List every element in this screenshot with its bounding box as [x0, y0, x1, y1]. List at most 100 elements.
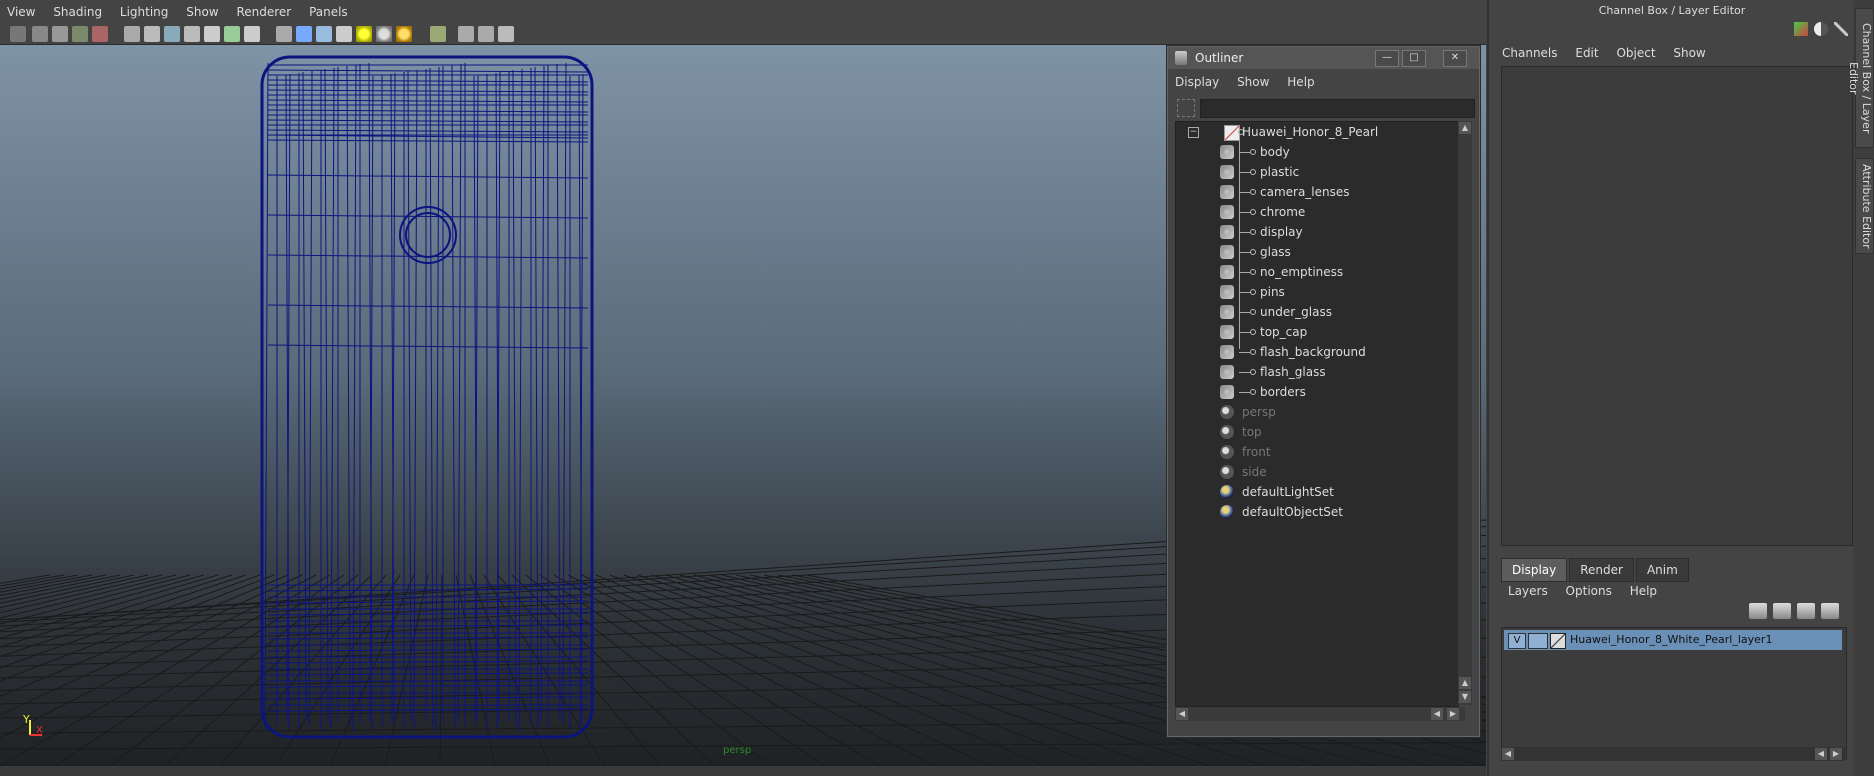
layer-horizontal-scrollbar[interactable]: ◀ ◀ ▶ [1501, 747, 1845, 761]
menu-show[interactable]: Show [1666, 42, 1712, 64]
outliner-row-child[interactable]: top_cap [1176, 322, 1458, 342]
new-layer-from-selection-icon[interactable] [1821, 603, 1839, 619]
outliner-title-bar[interactable]: Outliner — □ ✕ [1168, 47, 1479, 69]
outliner-row-child[interactable]: no_emptiness [1176, 262, 1458, 282]
menu-channels[interactable]: Channels [1495, 42, 1565, 64]
outliner-row-camera[interactable]: top [1176, 422, 1458, 442]
tab-display[interactable]: Display [1501, 558, 1568, 582]
outliner-row-child[interactable]: chrome [1176, 202, 1458, 222]
wire-vertical [451, 64, 456, 730]
side-tab-channel-box[interactable]: Channel Box / Layer Editor [1847, 8, 1874, 148]
gate-mask-icon[interactable] [184, 26, 200, 42]
use-all-lights-icon[interactable] [356, 26, 372, 42]
select-camera-icon[interactable] [10, 26, 26, 42]
scroll-right-icon[interactable]: ▶ [1447, 708, 1459, 720]
menu-view[interactable]: View [0, 0, 42, 24]
isolate-select-icon[interactable] [430, 26, 446, 42]
safe-title-icon[interactable] [244, 26, 260, 42]
minimize-button[interactable]: — [1375, 50, 1399, 67]
menu-shading[interactable]: Shading [46, 0, 109, 24]
bookmarks-icon[interactable] [52, 26, 68, 42]
close-button[interactable]: ✕ [1443, 50, 1467, 67]
xray-icon[interactable] [458, 26, 474, 42]
outliner-row-child[interactable]: pins [1176, 282, 1458, 302]
grid-icon[interactable] [124, 26, 140, 42]
scroll-left-icon[interactable]: ◀ [1176, 708, 1188, 720]
outliner-filter-input[interactable] [1200, 99, 1475, 118]
outliner-menu-help[interactable]: Help [1280, 71, 1321, 93]
scroll-down-icon[interactable]: ▼ [1459, 691, 1471, 703]
camera-icon [1220, 405, 1234, 419]
filter-icon[interactable] [1177, 99, 1195, 117]
camera-label: front [1242, 445, 1271, 459]
scroll-down-icon[interactable]: ▲ [1459, 677, 1471, 689]
menu-lighting[interactable]: Lighting [113, 0, 176, 24]
outliner-row-camera[interactable]: front [1176, 442, 1458, 462]
maximize-button[interactable]: □ [1402, 50, 1426, 67]
move-layer-up-icon[interactable] [1749, 603, 1767, 619]
outliner-row-child[interactable]: glass [1176, 242, 1458, 262]
mesh-icon [1220, 225, 1234, 239]
tab-render[interactable]: Render [1569, 558, 1634, 582]
image-plane-icon[interactable] [72, 26, 88, 42]
attribute-editor-icon[interactable] [1834, 22, 1848, 36]
menu-object[interactable]: Object [1609, 42, 1662, 64]
outliner-row-set[interactable]: defaultLightSet [1176, 482, 1458, 502]
layer-row[interactable]: V Huawei_Honor_8_White_Pearl_layer1 [1504, 630, 1842, 650]
layer-playback-toggle[interactable] [1528, 633, 1548, 649]
xray-joints-icon[interactable] [478, 26, 494, 42]
channel-box-icon[interactable] [1794, 22, 1808, 36]
outliner-row-child[interactable]: flash_glass [1176, 362, 1458, 382]
outliner-row-root[interactable]: − Huawei_Honor_8_Pearl [1176, 122, 1458, 142]
resolution-gate-icon[interactable] [164, 26, 180, 42]
scroll-up-icon[interactable]: ▲ [1459, 122, 1471, 134]
menu-panels[interactable]: Panels [302, 0, 355, 24]
default-lighting-icon[interactable] [396, 26, 412, 42]
outliner-horizontal-scrollbar[interactable]: ◀ ◀ ▶ [1175, 707, 1465, 721]
outliner-row-child[interactable]: camera_lenses [1176, 182, 1458, 202]
layer-color-swatch[interactable] [1550, 633, 1566, 649]
outliner-row-camera[interactable]: persp [1176, 402, 1458, 422]
outliner-row-child[interactable]: under_glass [1176, 302, 1458, 322]
film-gate-icon[interactable] [144, 26, 160, 42]
new-empty-layer-icon[interactable] [1797, 603, 1815, 619]
scroll-right-icon[interactable]: ▶ [1830, 748, 1842, 760]
scroll-left-icon[interactable]: ◀ [1431, 708, 1443, 720]
menu-show[interactable]: Show [179, 0, 225, 24]
collapse-toggle[interactable]: − [1188, 127, 1199, 138]
menu-layers[interactable]: Layers [1501, 580, 1555, 602]
side-tab-attribute-editor[interactable]: Attribute Editor [1855, 158, 1874, 254]
outliner-row-child[interactable]: borders [1176, 382, 1458, 402]
camera-label: top [1242, 425, 1262, 439]
outliner-menu-show[interactable]: Show [1230, 71, 1276, 93]
move-layer-down-icon[interactable] [1773, 603, 1791, 619]
wireframe-on-shaded-icon[interactable] [316, 26, 332, 42]
outliner-vertical-scrollbar[interactable]: ▲ ▲ ▼ [1458, 121, 1472, 705]
outliner-row-camera[interactable]: side [1176, 462, 1458, 482]
outliner-row-child[interactable]: display [1176, 222, 1458, 242]
smooth-shade-icon[interactable] [296, 26, 312, 42]
outliner-row-set[interactable]: defaultObjectSet [1176, 502, 1458, 522]
layer-editor-icon[interactable] [1814, 22, 1828, 36]
menu-help[interactable]: Help [1623, 580, 1664, 602]
layer-visibility-toggle[interactable]: V [1508, 633, 1526, 649]
two-d-pan-icon[interactable] [92, 26, 108, 42]
field-chart-icon[interactable] [204, 26, 220, 42]
wireframe-icon[interactable] [276, 26, 292, 42]
camera-attributes-icon[interactable] [32, 26, 48, 42]
channel-box-area[interactable] [1501, 66, 1853, 546]
xray-components-icon[interactable] [498, 26, 514, 42]
shadows-icon[interactable] [376, 26, 392, 42]
tab-anim[interactable]: Anim [1635, 558, 1689, 582]
textured-icon[interactable] [336, 26, 352, 42]
menu-edit[interactable]: Edit [1568, 42, 1605, 64]
scroll-left-icon[interactable]: ◀ [1815, 748, 1827, 760]
menu-options[interactable]: Options [1559, 580, 1619, 602]
safe-action-icon[interactable] [224, 26, 240, 42]
outliner-row-child[interactable]: flash_background [1176, 342, 1458, 362]
scroll-left-icon[interactable]: ◀ [1502, 748, 1514, 760]
outliner-row-child[interactable]: plastic [1176, 162, 1458, 182]
menu-renderer[interactable]: Renderer [229, 0, 298, 24]
outliner-row-child[interactable]: body [1176, 142, 1458, 162]
outliner-menu-display[interactable]: Display [1168, 71, 1226, 93]
